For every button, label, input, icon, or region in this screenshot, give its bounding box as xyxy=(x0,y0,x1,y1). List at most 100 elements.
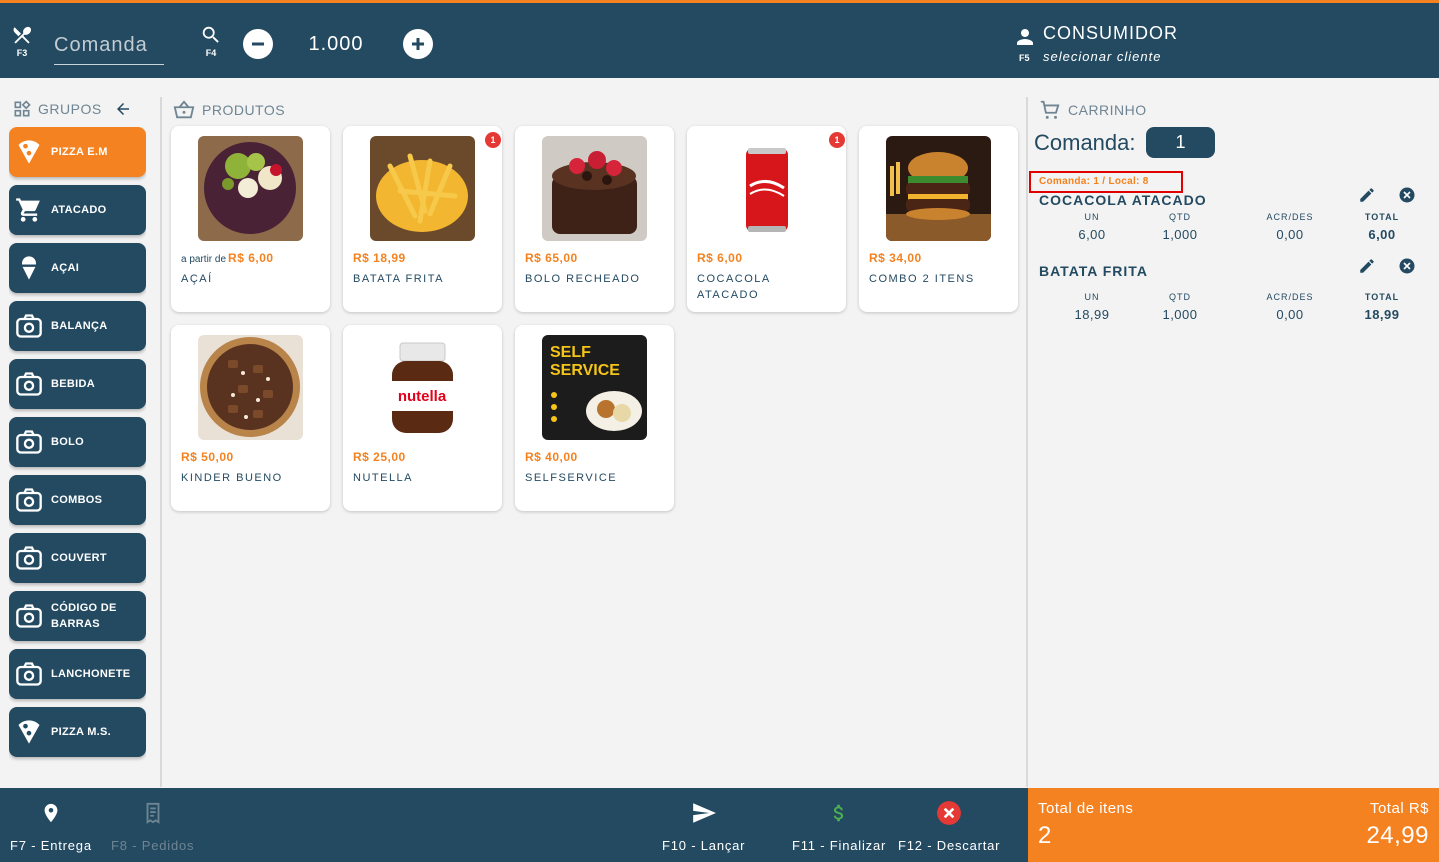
col-acr: ACR/DES 0,00 xyxy=(1255,292,1325,322)
camera-icon xyxy=(15,660,43,688)
group-button[interactable]: CÓDIGO DE BARRAS xyxy=(9,591,146,641)
edit-icon[interactable] xyxy=(1358,186,1376,204)
burger-combo-image xyxy=(886,136,991,241)
group-label: BOLO xyxy=(51,436,84,448)
cart-icon xyxy=(1040,100,1060,119)
camera-icon xyxy=(15,602,43,630)
product-card[interactable]: R$ 65,00 BOLO RECHEADO xyxy=(515,126,674,312)
product-card[interactable]: a partir de R$ 6,00 AÇAÍ xyxy=(171,126,330,312)
item-total: 18,99 xyxy=(1364,307,1400,322)
total-items-label: Total de itens xyxy=(1038,800,1134,817)
group-button[interactable]: AÇAI xyxy=(9,243,146,293)
group-button[interactable]: COUVERT xyxy=(9,533,146,583)
unit-price: 6,00 xyxy=(1078,227,1106,242)
product-name: COCACOLA ATACADO xyxy=(697,273,771,301)
col-total: TOTAL 18,99 xyxy=(1347,292,1417,322)
groups-list: PIZZA E.M ATACADO AÇAI BALANÇA BEBIDA BOLO COM… xyxy=(9,127,146,772)
cart-header: CARRINHO xyxy=(1038,99,1147,121)
col-un-header: UN xyxy=(1084,212,1100,222)
quantity-badge: 1 xyxy=(829,132,845,148)
group-button[interactable]: LANCHONETE xyxy=(9,649,146,699)
col-acr: ACR/DES 0,00 xyxy=(1255,212,1325,242)
basket-icon xyxy=(173,100,195,119)
col-un-header: UN xyxy=(1084,292,1100,302)
product-card[interactable]: 1 R$ 18,99 BATATA FRITA xyxy=(343,126,502,312)
group-button[interactable]: PIZZA M.S. xyxy=(9,707,146,757)
cart-item-actions xyxy=(1358,257,1416,275)
finish-button[interactable]: F11 - Finalizar xyxy=(792,800,886,853)
increase-quantity-button[interactable] xyxy=(403,29,433,59)
col-un: UN 6,00 xyxy=(1057,212,1127,242)
product-card[interactable]: SELF SERVICE R$ 40,00 SELFSERVICE xyxy=(515,325,674,511)
remove-icon[interactable] xyxy=(1398,257,1416,275)
comanda-shortcut[interactable]: F3 xyxy=(11,24,33,58)
comanda-input[interactable] xyxy=(54,27,164,65)
delivery-button[interactable]: F7 - Entrega xyxy=(10,800,92,853)
group-button[interactable]: ATACADO xyxy=(9,185,146,235)
search-shortcut[interactable]: F4 xyxy=(200,24,222,58)
cart-item-actions xyxy=(1358,186,1416,204)
col-qtd-header: QTD xyxy=(1169,212,1191,222)
unit-price: 18,99 xyxy=(1074,307,1110,322)
group-button[interactable]: PIZZA E.M xyxy=(9,127,146,177)
launch-button[interactable]: F10 - Lançar xyxy=(662,800,745,853)
orders-button[interactable]: F8 - Pedidos xyxy=(111,800,194,853)
fkey-label: F3 xyxy=(16,48,28,58)
item-total: 6,00 xyxy=(1368,227,1396,242)
cake-image xyxy=(542,136,647,241)
quantity-badge: 1 xyxy=(485,132,501,148)
group-button[interactable]: BEBIDA xyxy=(9,359,146,409)
col-qtd: QTD 1,000 xyxy=(1145,292,1215,322)
send-icon xyxy=(692,803,716,823)
delivery-label: F7 - Entrega xyxy=(10,838,92,853)
product-card[interactable]: R$ 34,00 COMBO 2 ITENS xyxy=(859,126,1018,312)
launch-label: F10 - Lançar xyxy=(662,838,746,853)
price-prefix: a partir de xyxy=(181,254,227,265)
product-price: R$ 34,00 xyxy=(869,251,922,265)
bottom-bar: F7 - Entrega F8 - Pedidos F10 - Lançar F… xyxy=(0,788,1028,862)
product-card[interactable]: 1 R$ 6,00 COCACOLA ATACADO xyxy=(687,126,846,312)
orders-label: F8 - Pedidos xyxy=(111,838,195,853)
group-button[interactable]: BOLO xyxy=(9,417,146,467)
decrease-quantity-button[interactable] xyxy=(243,29,273,59)
price-line: a partir de R$ 6,00 xyxy=(181,251,320,265)
totals-panel: Total de itens 2 Total R$ 24,99 xyxy=(1028,788,1439,862)
fkey-label: F5 xyxy=(1019,53,1030,63)
edit-icon[interactable] xyxy=(1358,257,1376,275)
total-price-label: Total R$ xyxy=(1369,800,1429,817)
product-name: BATATA FRITA xyxy=(353,273,444,285)
dollar-icon xyxy=(833,804,844,822)
client-name: CONSUMIDOR xyxy=(1043,23,1178,43)
svg-text:SELF: SELF xyxy=(550,344,591,361)
cart-comanda-number[interactable]: 1 xyxy=(1146,127,1215,158)
product-name: NUTELLA xyxy=(353,472,414,484)
groups-header: GRUPOS xyxy=(12,99,132,119)
group-label: PIZZA M.S. xyxy=(51,726,112,738)
group-button[interactable]: COMBOS xyxy=(9,475,146,525)
person-icon xyxy=(1017,29,1033,45)
arrow-back-icon[interactable] xyxy=(114,100,132,118)
groups-title: GRUPOS xyxy=(38,101,102,117)
product-price: R$ 6,00 xyxy=(697,251,743,265)
select-client-link[interactable]: selecionar cliente xyxy=(1043,49,1161,64)
group-label: AÇAI xyxy=(51,262,80,274)
product-name: COMBO 2 ITENS xyxy=(869,273,975,285)
top-bar: F3 F4 1.000 F5 CONSUMIDOR selecionar cli… xyxy=(0,0,1439,78)
remove-icon[interactable] xyxy=(1398,186,1416,204)
product-card[interactable]: R$ 50,00 KINDER BUENO xyxy=(171,325,330,511)
product-card[interactable]: nutella R$ 25,00 NUTELLA xyxy=(343,325,502,511)
discard-button[interactable]: F12 - Descartar xyxy=(898,800,1000,853)
pizza-icon xyxy=(15,718,43,746)
col-acr-header: ACR/DES xyxy=(1266,212,1314,222)
camera-icon xyxy=(15,312,43,340)
col-total-header: TOTAL xyxy=(1364,212,1400,222)
product-price: R$ 65,00 xyxy=(525,251,578,265)
item-quantity: 1,000 xyxy=(1162,307,1198,322)
svg-text:nutella: nutella xyxy=(398,388,447,405)
group-label: ATACADO xyxy=(51,204,107,216)
group-label: BEBIDA xyxy=(51,378,95,390)
group-button[interactable]: BALANÇA xyxy=(9,301,146,351)
cart-title: CARRINHO xyxy=(1068,102,1147,118)
pizza-image xyxy=(198,335,303,440)
price-line: R$ 40,00 xyxy=(525,450,664,464)
